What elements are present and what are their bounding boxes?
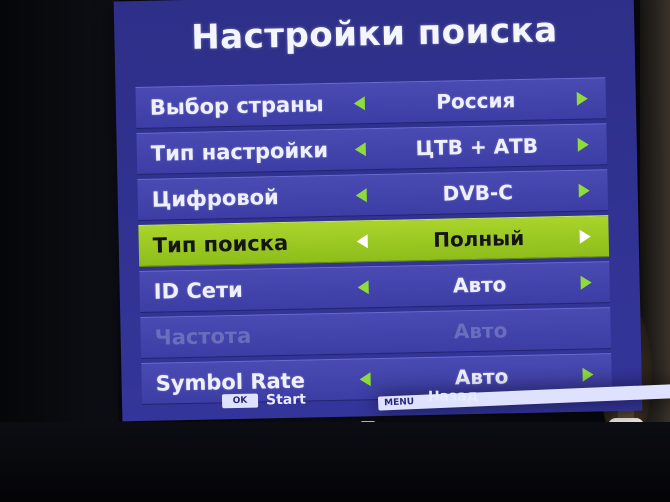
arrow-right-icon[interactable] — [580, 275, 592, 290]
arrow-right-icon[interactable] — [576, 91, 588, 106]
arrow-right-icon[interactable] — [578, 183, 590, 198]
setting-row-country[interactable]: Выбор страны Россия — [135, 77, 607, 130]
setting-label: Тип настройки — [150, 138, 329, 166]
settings-list: Выбор страны Россия Тип настройки ЦТВ + … — [135, 77, 613, 409]
arrow-left-icon[interactable] — [357, 280, 369, 295]
arrow-left-icon[interactable] — [353, 96, 365, 111]
start-hint: Start — [265, 391, 307, 409]
setting-row-digital[interactable]: Цифровой DVB-C — [137, 169, 609, 222]
setting-label: Тип поиска — [152, 230, 289, 258]
setting-value: Полный — [432, 225, 525, 252]
setting-row-search-type[interactable]: Тип поиска Полный — [138, 215, 610, 268]
setting-label: ID Сети — [153, 277, 244, 304]
setting-row-network-id[interactable]: ID Сети Авто — [139, 261, 611, 314]
arrow-left-icon[interactable] — [356, 234, 368, 249]
back-hint: Назад — [427, 387, 479, 405]
ok-key-icon[interactable]: OK — [221, 393, 259, 409]
setting-value: DVB-C — [442, 180, 514, 206]
tv-bezel-bottom — [0, 422, 670, 502]
arrow-left-icon[interactable] — [355, 188, 367, 203]
setting-value: ЦТВ + АТВ — [415, 133, 539, 161]
setting-value: Россия — [436, 88, 516, 114]
setting-label: Цифровой — [151, 185, 279, 212]
search-settings-menu: Настройки поиска Выбор страны Россия Тип… — [113, 0, 670, 422]
arrow-right-icon[interactable] — [577, 137, 589, 152]
setting-value: Авто — [452, 272, 507, 298]
setting-row-frequency: Частота Авто — [140, 307, 612, 359]
arrow-left-icon[interactable] — [354, 142, 366, 157]
menu-title: Настройки поиска — [190, 10, 558, 58]
setting-value: Авто — [453, 318, 508, 344]
setting-label: Выбор страны — [149, 92, 324, 120]
arrow-right-icon[interactable] — [579, 229, 591, 244]
arrow-right-icon[interactable] — [582, 367, 594, 382]
arrow-left-icon[interactable] — [359, 372, 371, 387]
setting-row-tuning-type[interactable]: Тип настройки ЦТВ + АТВ — [136, 123, 608, 176]
setting-label: Частота — [154, 323, 252, 350]
tv-screen: Настройки поиска Выбор страны Россия Тип… — [0, 0, 670, 502]
